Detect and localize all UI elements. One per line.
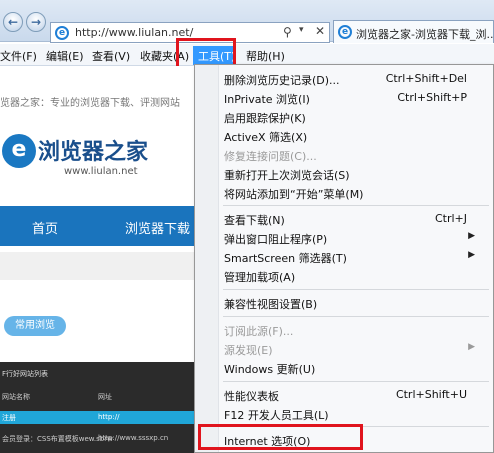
menu-item-delete-history[interactable]: 删除浏览历史记录(D)... Ctrl+Shift+Del	[219, 69, 493, 88]
menu-item-label: 删除浏览历史记录(D)...	[224, 74, 340, 87]
nav-home-link[interactable]: 首页	[32, 218, 58, 237]
menu-edit[interactable]: 编辑(E)	[46, 48, 84, 64]
menu-item-label: 弹出窗口阻止程序(P)	[224, 233, 328, 246]
forward-button[interactable]: →	[26, 12, 46, 32]
menu-separator	[223, 381, 489, 382]
table-cell[interactable]: 注册	[2, 413, 16, 423]
menu-item-shortcut: Ctrl+Shift+P	[397, 91, 467, 104]
table-title: F行好网站列表	[2, 370, 49, 378]
menu-view[interactable]: 查看(V)	[92, 48, 130, 64]
menu-item-label: 重新打开上次浏览会话(S)	[224, 169, 350, 182]
menu-item-label: 源发现(E)	[224, 344, 273, 357]
browser-navbar: ← → e http://www.liulan.net/ ⚲ ▾ ✕ e 浏览器…	[0, 0, 494, 43]
submenu-arrow-icon: ▶	[468, 250, 475, 260]
menu-item-activex-filter[interactable]: ActiveX 筛选(X)	[219, 126, 493, 145]
menu-item-view-downloads[interactable]: 查看下载(N) Ctrl+J	[219, 209, 493, 228]
close-icon[interactable]: ✕	[315, 24, 325, 38]
menu-separator	[223, 205, 489, 206]
table-cell[interactable]: http://www.sssxp.cn	[98, 434, 168, 442]
menu-item-shortcut: Ctrl+Shift+U	[395, 388, 467, 401]
logo-icon[interactable]: e	[2, 134, 36, 168]
menu-item-label: 查看下载(N)	[224, 214, 285, 227]
menu-item-manage-addons[interactable]: 管理加载项(A)	[219, 266, 493, 285]
table-header-name: 网站名称	[2, 393, 30, 401]
menu-item-shortcut: Ctrl+J	[434, 212, 467, 225]
menu-item-windows-update[interactable]: Windows 更新(U)	[219, 358, 493, 377]
menu-item-label: 修复连接问题(C)...	[224, 150, 317, 163]
menu-item-label: Windows 更新(U)	[224, 363, 316, 376]
submenu-arrow-icon: ▶	[468, 342, 475, 352]
menu-item-label: F12 开发人员工具(L)	[224, 409, 329, 422]
tools-dropdown-menu: 删除浏览历史记录(D)... Ctrl+Shift+Del InPrivate …	[194, 64, 494, 453]
arrow-left-icon: ←	[7, 15, 19, 29]
menu-item-label: 兼容性视图设置(B)	[224, 298, 318, 311]
menu-item-label: SmartScreen 筛选器(T)	[224, 252, 347, 265]
menu-separator	[223, 289, 489, 290]
logo-domain: www.liulan.net	[64, 166, 138, 177]
menu-item-fix-connection: 修复连接问题(C)...	[219, 145, 493, 164]
menu-item-inprivate[interactable]: InPrivate 浏览(I) Ctrl+Shift+P	[219, 88, 493, 107]
table-cell[interactable]: http://	[98, 413, 119, 421]
menu-item-shortcut: Ctrl+Shift+Del	[385, 72, 467, 85]
dropdown-icon[interactable]: ▾	[299, 25, 304, 35]
menu-item-subscribe-feed: 订阅此源(F)...	[219, 320, 493, 339]
site-slogan: 览器之家：专业的浏览器下载、评测网站	[0, 98, 180, 109]
menu-item-reopen-session[interactable]: 重新打开上次浏览会话(S)	[219, 164, 493, 183]
menu-item-label: InPrivate 浏览(I)	[224, 93, 310, 106]
menu-item-label: 管理加载项(A)	[224, 271, 296, 284]
arrow-right-icon: →	[30, 15, 42, 29]
menu-separator	[223, 316, 489, 317]
browser-tab[interactable]: e 浏览器之家-浏览器下载_浏...	[333, 20, 494, 43]
internet-options-highlight-box	[198, 424, 363, 450]
menu-item-f12-devtools[interactable]: F12 开发人员工具(L)	[219, 404, 493, 423]
menu-item-tracking-protection[interactable]: 启用跟踪保护(K)	[219, 107, 493, 126]
common-browsers-label: 常用浏览	[4, 316, 66, 336]
menu-item-popup-blocker[interactable]: 弹出窗口阻止程序(P) ▶	[219, 228, 493, 247]
menu-item-label: ActiveX 筛选(X)	[224, 131, 308, 144]
menu-item-compat-view[interactable]: 兼容性视图设置(B)	[219, 293, 493, 312]
table-cell[interactable]: 会员登录：CSS布置模板wew.sbrw	[2, 434, 113, 444]
menu-item-smartscreen[interactable]: SmartScreen 筛选器(T) ▶	[219, 247, 493, 266]
tab-title: 浏览器之家-浏览器下载_浏...	[356, 28, 494, 41]
logo-text[interactable]: 浏览器之家	[38, 134, 148, 166]
submenu-arrow-icon: ▶	[468, 231, 475, 241]
menu-item-label: 启用跟踪保护(K)	[224, 112, 306, 125]
ie-icon: e	[55, 26, 69, 40]
menu-item-feed-discovery: 源发现(E) ▶	[219, 339, 493, 358]
ie-icon: e	[338, 25, 352, 39]
menu-item-label: 订阅此源(F)...	[224, 325, 294, 338]
menu-item-add-to-start[interactable]: 将网站添加到“开始”菜单(M)	[219, 183, 493, 202]
menu-item-label: 将网站添加到“开始”菜单(M)	[224, 188, 364, 201]
menu-item-performance-dashboard[interactable]: 性能仪表板 Ctrl+Shift+U	[219, 385, 493, 404]
menu-file[interactable]: 文件(F)	[0, 48, 37, 64]
back-button[interactable]: ←	[3, 12, 23, 32]
menu-item-label: 性能仪表板	[224, 390, 279, 403]
search-icon[interactable]: ⚲	[283, 25, 292, 39]
menu-help[interactable]: 帮助(H)	[246, 48, 285, 64]
table-header-url: 网址	[98, 393, 112, 401]
nav-download-link[interactable]: 浏览器下载	[125, 218, 190, 237]
menu-icon-gutter	[195, 65, 219, 452]
